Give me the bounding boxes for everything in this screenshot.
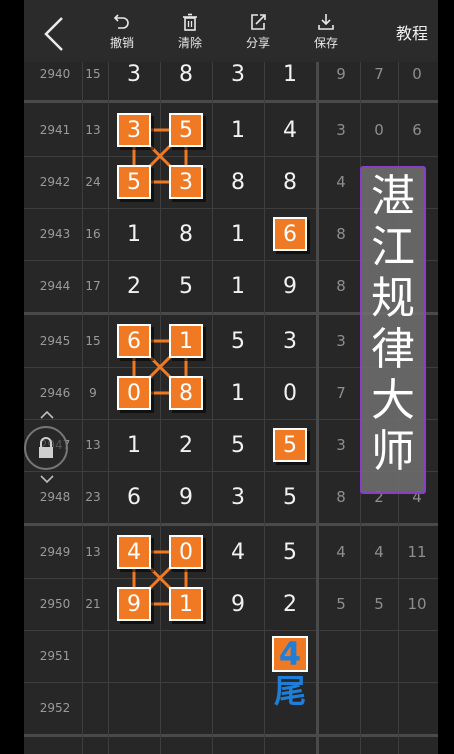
highlighted-digit[interactable]: 9 — [117, 587, 151, 621]
highlighted-digit[interactable]: 8 — [169, 376, 203, 410]
title-char: 江 — [371, 222, 415, 273]
highlighted-digit[interactable]: 3 — [169, 165, 203, 199]
title-char: 规 — [371, 273, 415, 324]
highlighted-digit[interactable]: 5 — [169, 113, 203, 147]
tail-number: 4 — [272, 636, 308, 672]
highlighted-digit[interactable]: 5 — [117, 165, 151, 199]
chevron-up-icon[interactable] — [40, 410, 54, 420]
highlighted-digit[interactable]: 4 — [117, 535, 151, 569]
highlighted-digit[interactable]: 6 — [117, 324, 151, 358]
highlighted-digit[interactable]: 6 — [273, 217, 307, 251]
highlighted-digit[interactable]: 5 — [273, 428, 307, 462]
highlighted-digit[interactable]: 1 — [169, 587, 203, 621]
title-char: 湛 — [371, 171, 415, 222]
title-char: 律 — [371, 324, 415, 375]
title-char: 师 — [371, 426, 415, 477]
tail-marker: 4 尾 — [268, 636, 312, 710]
highlighted-digit[interactable]: 3 — [117, 113, 151, 147]
highlighted-digit[interactable]: 0 — [169, 535, 203, 569]
lock-button[interactable] — [24, 426, 68, 470]
highlighted-digit[interactable]: 0 — [117, 376, 151, 410]
title-char: 大 — [371, 375, 415, 426]
highlighted-digit[interactable]: 1 — [169, 324, 203, 358]
tail-label: 尾 — [273, 672, 306, 710]
vertical-title-overlay[interactable]: 湛 江 规 律 大 师 — [360, 166, 426, 494]
app-root: 撤销 清除 分享 保存 教程 2940153831970294113351430… — [0, 0, 454, 754]
chevron-down-icon[interactable] — [40, 474, 54, 484]
lock-icon — [39, 437, 53, 458]
